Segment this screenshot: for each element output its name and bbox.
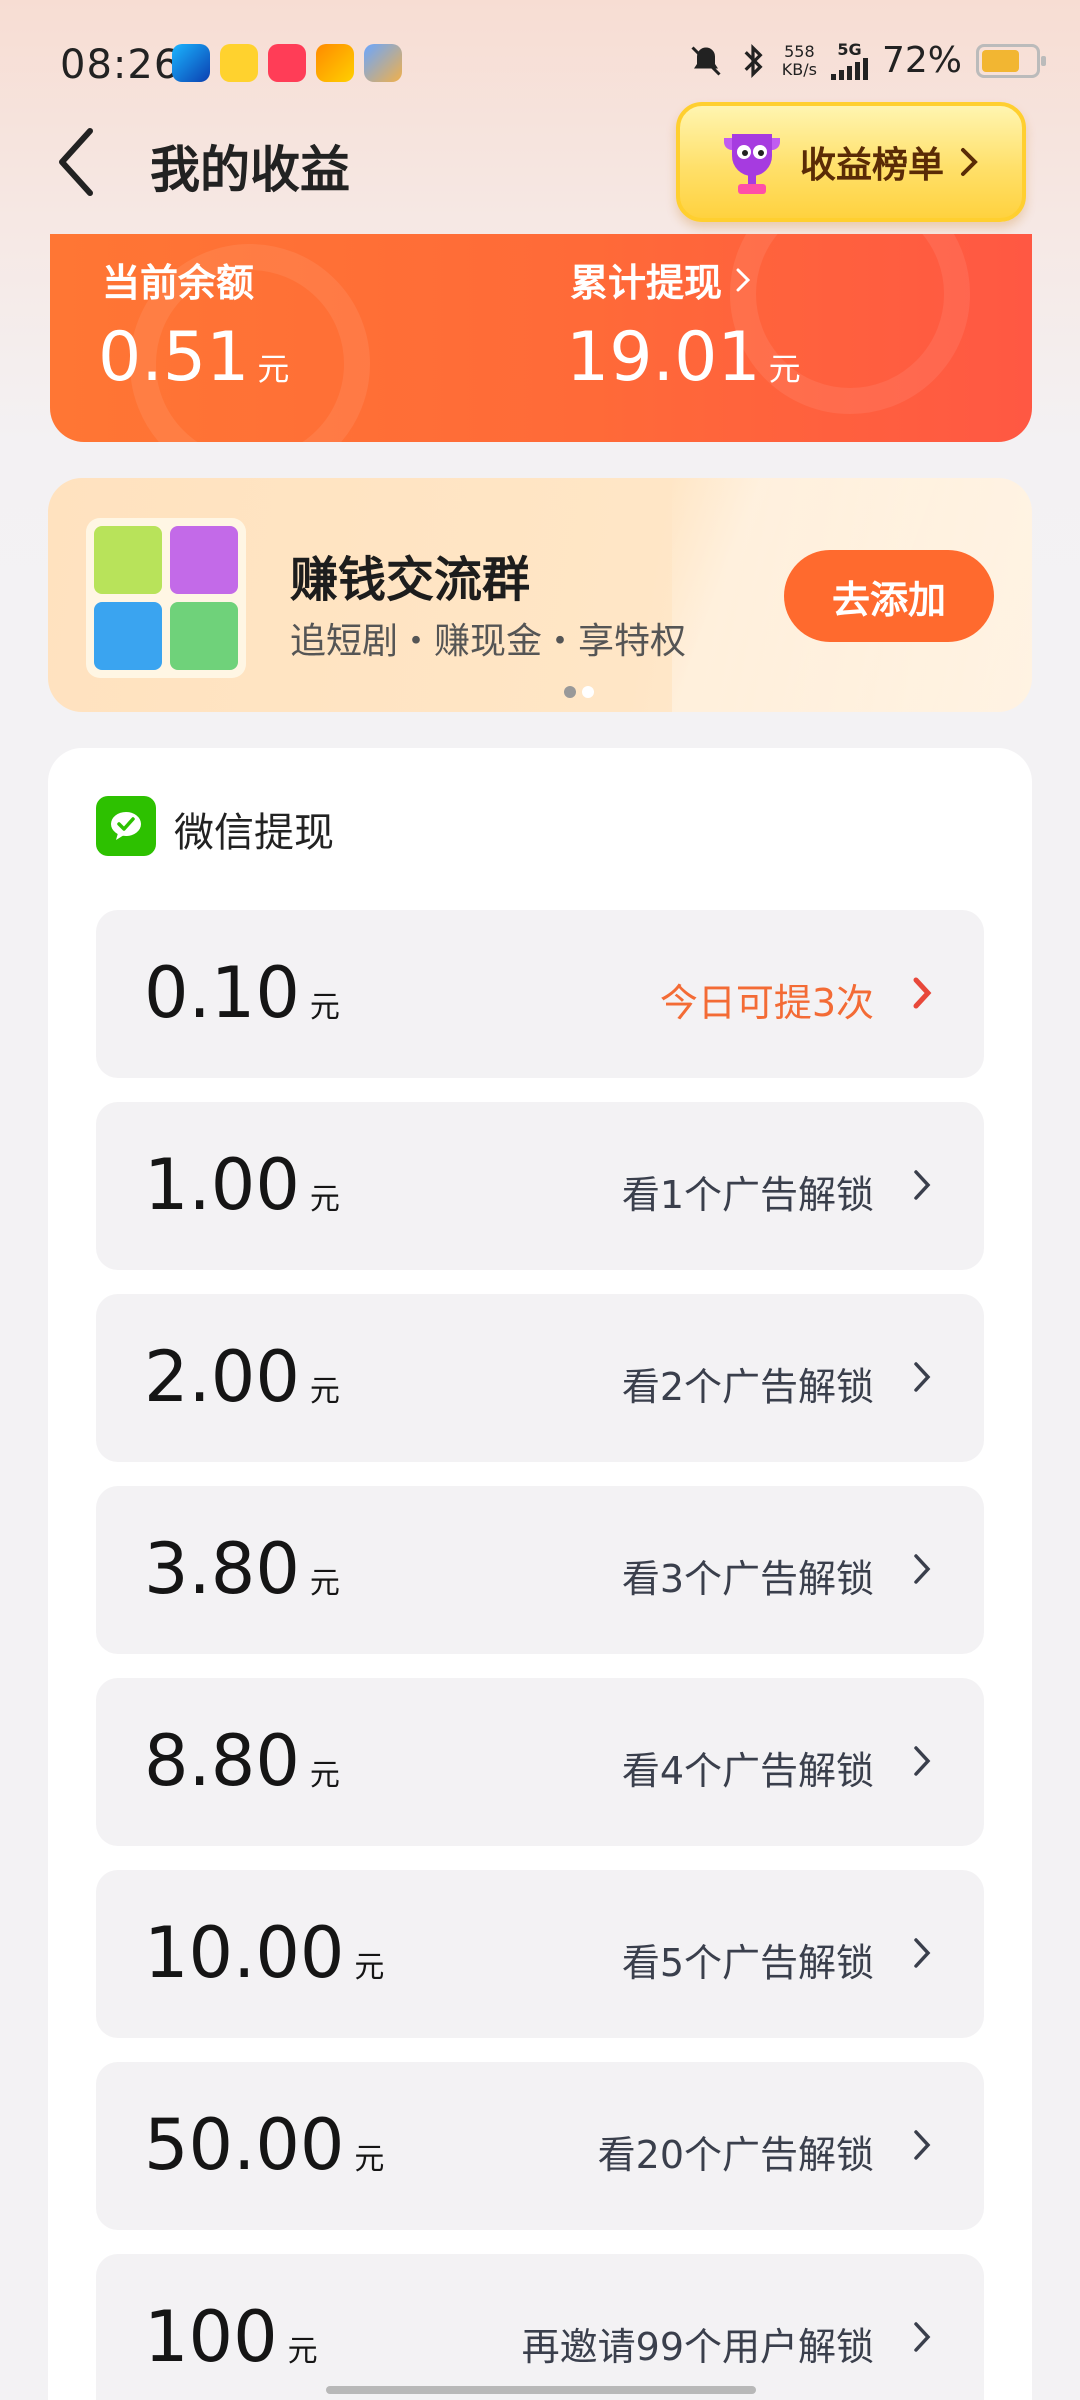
signal-bars-icon <box>830 57 868 80</box>
total-withdrawn-value: 19.01 元 <box>566 318 801 397</box>
app-notification-icon <box>316 44 354 82</box>
status-time: 08:26 <box>60 42 181 88</box>
duck-avatar-icon <box>170 526 238 594</box>
chevron-right-icon <box>736 268 751 291</box>
chevron-right-icon <box>914 1170 931 1200</box>
battery-level <box>982 49 1020 72</box>
withdraw-option-row[interactable]: 1.00 元 看1个广告解锁 <box>96 1102 984 1270</box>
page: 08:26 558 KB/s 5G 72% 我的收益 收益榜单 当前余额 0.5… <box>0 0 1080 2400</box>
chevron-right-icon <box>913 977 932 1009</box>
withdraw-condition: 看3个广告解锁 <box>621 1557 874 1601</box>
app-notification-icon <box>268 44 306 82</box>
add-group-button[interactable]: 去添加 <box>784 550 994 642</box>
withdraw-condition: 再邀请99个用户解锁 <box>521 2325 874 2369</box>
chevron-right-icon <box>961 148 978 176</box>
pager-dot <box>564 686 576 698</box>
mute-bell-icon <box>691 45 721 76</box>
withdraw-condition: 看1个广告解锁 <box>621 1173 874 1217</box>
chevron-right-icon <box>914 2130 931 2160</box>
withdraw-option-row[interactable]: 2.00 元 看2个广告解锁 <box>96 1294 984 1462</box>
pager-dot-active <box>582 686 594 698</box>
withdraw-amount: 8.80 元 <box>144 1720 340 1802</box>
current-balance-value: 0.51 元 <box>98 318 290 397</box>
group-title: 赚钱交流群 <box>290 552 531 608</box>
trophy-icon <box>724 134 780 194</box>
withdraw-option-row[interactable]: 0.10 元 今日可提3次 <box>96 910 984 1078</box>
status-indicators: 558 KB/s 5G 72% <box>688 40 1046 81</box>
signal-strength: 5G <box>830 41 868 80</box>
withdraw-panel: 微信提现 0.10 元 今日可提3次 1.00 元 看1个广告解锁 2.00 元 看2个广告解锁… <box>48 748 1032 2400</box>
network-speed: 558 KB/s <box>781 41 817 79</box>
earnings-ranking-label: 收益榜单 <box>800 145 945 186</box>
battery-icon <box>976 43 1046 78</box>
withdraw-amount: 2.00 元 <box>144 1336 340 1418</box>
total-withdrawn-label: 累计提现 <box>570 261 723 305</box>
balance-card: 当前余额 0.51 元 累计提现 19.01 元 <box>50 234 1032 442</box>
withdraw-option-row[interactable]: 10.00 元 看5个广告解锁 <box>96 1870 984 2038</box>
withdraw-amount: 100 元 <box>144 2296 318 2378</box>
pig-avatar-icon <box>94 602 162 670</box>
app-notification-icon <box>172 44 210 82</box>
app-notification-icon <box>364 44 402 82</box>
withdraw-amount: 10.00 元 <box>144 1912 385 1994</box>
withdraw-condition: 今日可提3次 <box>659 981 874 1025</box>
group-subtitle: 追短剧・赚现金・享特权 <box>290 621 687 662</box>
koala-avatar-icon <box>170 602 238 670</box>
page-title: 我的收益 <box>150 141 350 199</box>
wechat-glyph-icon <box>111 812 141 840</box>
wechat-withdraw-title: 微信提现 <box>174 810 334 856</box>
chevron-right-icon <box>914 1746 931 1776</box>
bluetooth-icon <box>744 43 763 78</box>
withdraw-condition: 看2个广告解锁 <box>621 1365 874 1409</box>
banner-pager <box>564 686 594 698</box>
current-balance-label: 当前余额 <box>102 261 255 305</box>
battery-percent: 72% <box>881 40 962 81</box>
withdraw-option-row[interactable]: 100 元 再邀请99个用户解锁 <box>96 2254 984 2400</box>
withdraw-condition: 看20个广告解锁 <box>597 2133 874 2177</box>
withdraw-amount: 1.00 元 <box>144 1144 340 1226</box>
withdraw-option-row[interactable]: 3.80 元 看3个广告解锁 <box>96 1486 984 1654</box>
chevron-right-icon <box>914 2322 931 2352</box>
earn-money-group-banner[interactable]: 赚钱交流群 追短剧・赚现金・享特权 去添加 <box>48 478 1032 712</box>
app-notification-icon <box>220 44 258 82</box>
wechat-icon <box>96 796 156 856</box>
withdraw-amount: 3.80 元 <box>144 1528 340 1610</box>
withdraw-amount: 0.10 元 <box>144 952 340 1034</box>
withdraw-option-row[interactable]: 8.80 元 看4个广告解锁 <box>96 1678 984 1846</box>
chevron-right-icon <box>914 1362 931 1392</box>
chevron-right-icon <box>914 1554 931 1584</box>
withdraw-condition: 看5个广告解锁 <box>621 1941 874 1985</box>
back-button[interactable] <box>46 122 106 202</box>
withdraw-condition: 看4个广告解锁 <box>621 1749 874 1793</box>
home-indicator[interactable] <box>326 2386 756 2394</box>
earnings-ranking-button[interactable]: 收益榜单 <box>676 102 1026 222</box>
chevron-left-icon <box>59 128 93 196</box>
withdraw-option-row[interactable]: 50.00 元 看20个广告解锁 <box>96 2062 984 2230</box>
total-withdrawn-link[interactable]: 累计提现 <box>570 252 751 307</box>
notification-app-icons <box>172 44 402 82</box>
group-avatars <box>86 518 246 678</box>
capybara-avatar-icon <box>94 526 162 594</box>
withdraw-amount: 50.00 元 <box>144 2104 385 2186</box>
chevron-right-icon <box>914 1938 931 1968</box>
